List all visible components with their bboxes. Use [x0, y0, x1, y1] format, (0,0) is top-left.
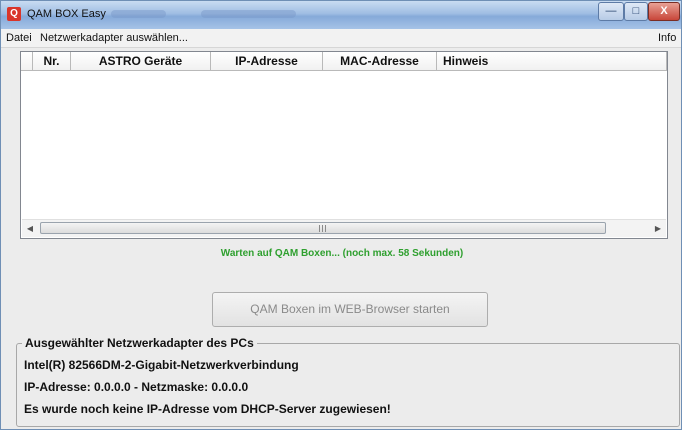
- horizontal-scrollbar[interactable]: ◀ ▶: [22, 219, 666, 237]
- title-blur-decoration: [201, 10, 296, 18]
- column-header-hinweis[interactable]: Hinweis: [437, 52, 667, 71]
- device-list[interactable]: Nr. ASTRO Geräte IP-Adresse MAC-Adresse …: [20, 51, 668, 239]
- network-adapter-group: Ausgewählter Netzwerkadapter des PCs Int…: [16, 336, 680, 427]
- column-header-ip[interactable]: IP-Adresse: [211, 52, 323, 71]
- scroll-thumb[interactable]: [40, 222, 606, 234]
- column-header-geraete[interactable]: ASTRO Geräte: [71, 52, 211, 71]
- dhcp-message: Es wurde noch keine IP-Adresse vom DHCP-…: [24, 402, 391, 416]
- app-window: Q QAM BOX Easy — □ X Datei Netzwerkadapt…: [0, 0, 682, 430]
- maximize-button[interactable]: □: [624, 2, 648, 21]
- menu-info[interactable]: Info: [658, 32, 676, 44]
- menu-bar: Datei Netzwerkadapter auswählen... Info: [1, 29, 681, 48]
- window-title: QAM BOX Easy: [27, 8, 106, 20]
- adapter-name: Intel(R) 82566DM-2-Gigabit-Netzwerkverbi…: [24, 358, 299, 372]
- column-header-nr[interactable]: Nr.: [33, 52, 71, 71]
- status-text: Warten auf QAM Boxen... (noch max. 58 Se…: [220, 248, 464, 259]
- ip-address-line: IP-Adresse: 0.0.0.0 - Netzmaske: 0.0.0.0: [24, 380, 249, 394]
- title-blur-decoration: [111, 10, 166, 18]
- menu-datei[interactable]: Datei: [6, 32, 32, 44]
- open-web-browser-button[interactable]: QAM Boxen im WEB-Browser starten: [212, 292, 488, 327]
- column-header-mac[interactable]: MAC-Adresse: [323, 52, 437, 71]
- close-button[interactable]: X: [648, 2, 680, 21]
- title-bar[interactable]: Q QAM BOX Easy — □ X: [1, 1, 681, 29]
- scroll-left-icon[interactable]: ◀: [22, 220, 38, 237]
- grip-icon: [319, 225, 327, 232]
- scroll-right-icon[interactable]: ▶: [650, 220, 666, 237]
- minimize-button[interactable]: —: [598, 2, 624, 21]
- column-header-spacer: [21, 52, 33, 71]
- app-icon: Q: [7, 7, 21, 21]
- menu-netzwerkadapter[interactable]: Netzwerkadapter auswählen...: [40, 32, 188, 44]
- group-title: Ausgewählter Netzwerkadapter des PCs: [22, 336, 257, 350]
